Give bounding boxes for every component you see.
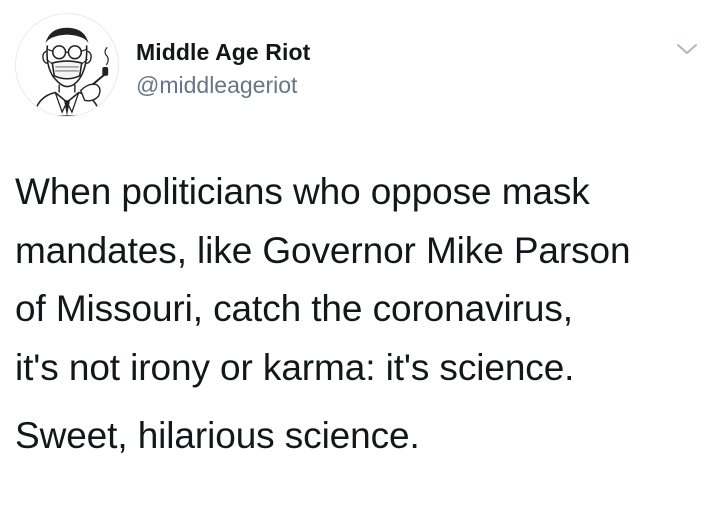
tweet-text-line: mandates, like Governor Mike Parson [15, 229, 631, 271]
chevron-down-icon [677, 44, 697, 54]
user-handle[interactable]: @middleageriot [136, 72, 297, 99]
tweet-menu-button[interactable] [675, 40, 699, 58]
tweet-text-line: it's not irony or karma: it's science. [15, 346, 575, 388]
tweet-text-line: of Missouri, catch the coronavirus, [15, 288, 573, 329]
tweet-text: When politicians who oppose mask mandate… [15, 163, 710, 466]
tweet-text-second-paragraph: Sweet, hilarious science. [15, 415, 420, 456]
user-display-name[interactable]: Middle Age Riot [136, 39, 310, 66]
man-in-mask-with-pipe-avatar-icon [32, 27, 109, 116]
tweet-text-line: When politicians who oppose mask [15, 171, 590, 212]
user-avatar[interactable] [15, 13, 119, 117]
tweet-card: Middle Age Riot @middleageriot When poli… [0, 0, 715, 519]
